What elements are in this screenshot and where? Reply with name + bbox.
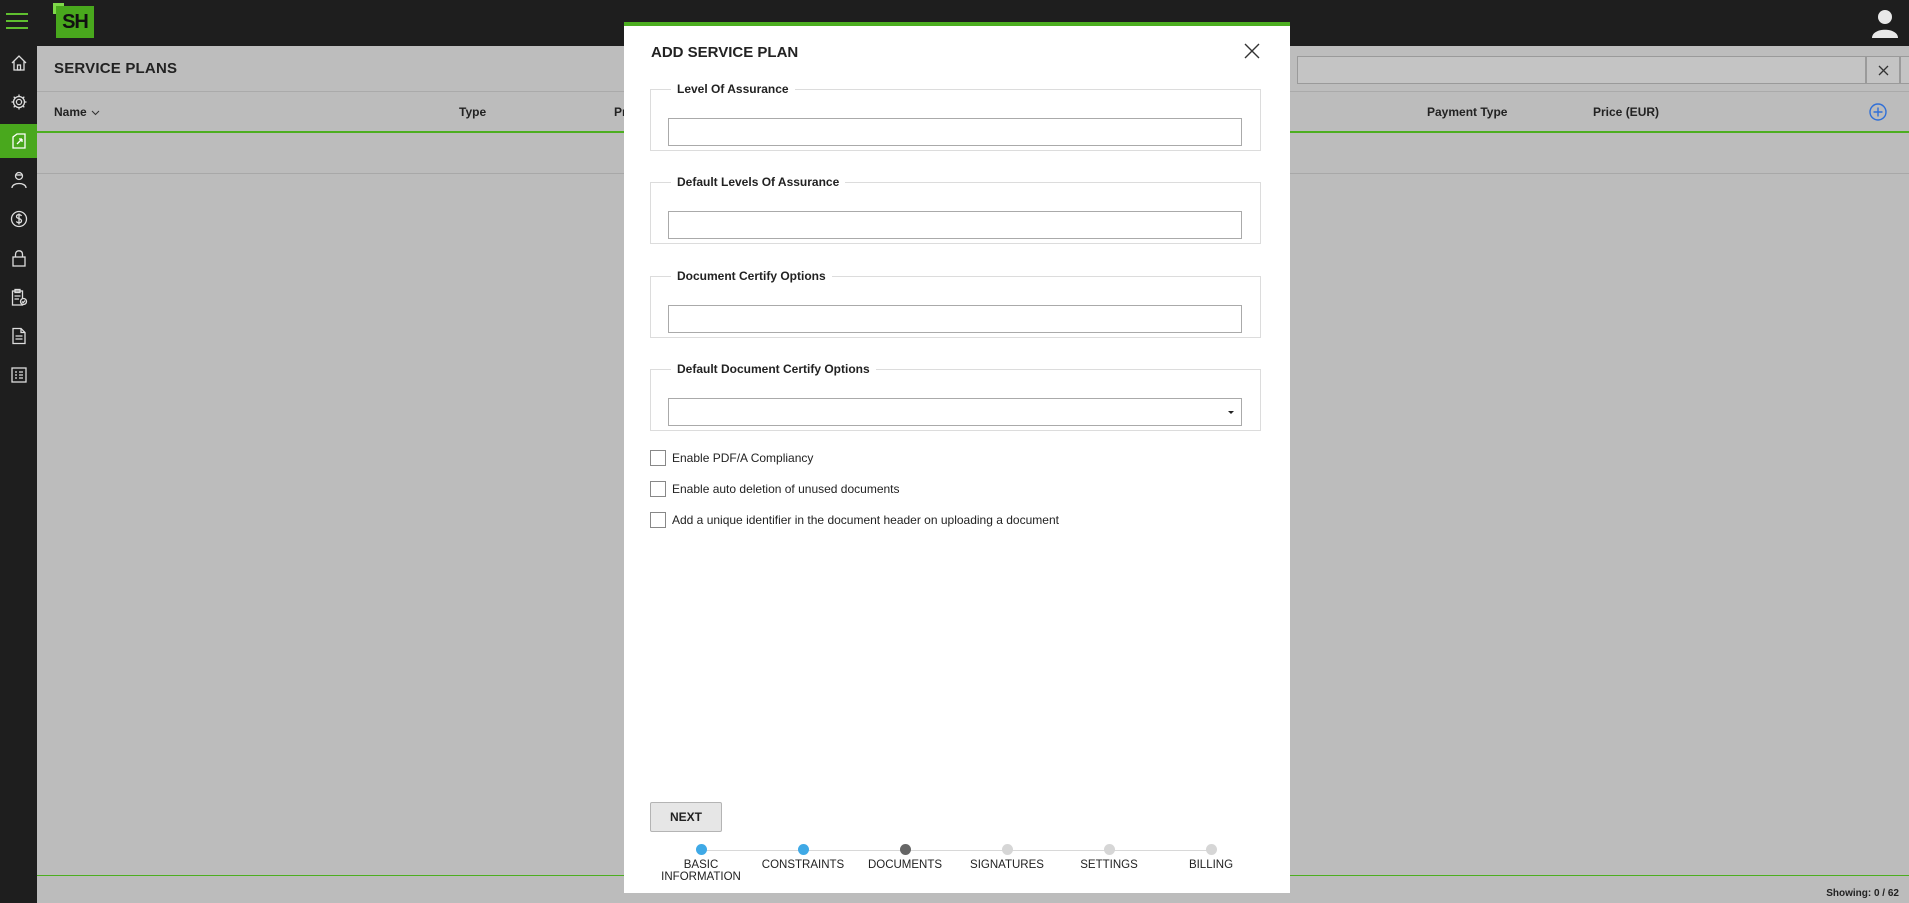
side-nav xyxy=(0,46,37,903)
pdfa-compliancy-checkbox-row[interactable]: Enable PDF/A Compliancy xyxy=(650,449,813,467)
column-name[interactable]: Name xyxy=(54,105,100,119)
nav-service-plans[interactable] xyxy=(0,124,37,158)
close-icon[interactable] xyxy=(1243,42,1261,60)
default-levels-of-assurance-input[interactable] xyxy=(668,211,1242,239)
report-icon xyxy=(10,367,27,383)
user-avatar-icon[interactable] xyxy=(1871,8,1899,38)
level-of-assurance-group: Level Of Assurance xyxy=(650,82,1261,151)
wizard-stepper: BASIC INFORMATION CONSTRAINTS DOCUMENTS … xyxy=(650,844,1261,894)
step-dot xyxy=(1001,844,1013,855)
next-button[interactable]: NEXT xyxy=(650,802,722,832)
level-of-assurance-input[interactable] xyxy=(668,118,1242,146)
level-of-assurance-label: Level Of Assurance xyxy=(677,82,789,96)
unique-identifier-checkbox-row[interactable]: Add a unique identifier in the document … xyxy=(650,511,1059,529)
nav-settings[interactable] xyxy=(0,85,37,119)
document-certify-options-group: Document Certify Options xyxy=(650,269,1261,338)
user-id-icon xyxy=(10,171,27,189)
step-dot xyxy=(1103,844,1115,855)
nav-reports[interactable] xyxy=(0,358,37,392)
service-plan-icon xyxy=(11,133,26,149)
nav-approvals[interactable] xyxy=(0,280,37,314)
lock-icon xyxy=(11,250,26,267)
home-icon xyxy=(11,55,26,71)
pdfa-compliancy-checkbox[interactable] xyxy=(650,450,666,466)
step-label: DOCUMENTS xyxy=(867,859,943,871)
step-basic-information[interactable]: BASIC INFORMATION xyxy=(650,844,752,883)
auto-deletion-checkbox[interactable] xyxy=(650,481,666,497)
step-dot xyxy=(695,844,707,855)
document-certify-options-label: Document Certify Options xyxy=(677,269,826,283)
auto-deletion-checkbox-row[interactable]: Enable auto deletion of unused documents xyxy=(650,480,900,498)
step-dot xyxy=(899,844,911,855)
page-title: SERVICE PLANS xyxy=(54,60,178,77)
step-documents[interactable]: DOCUMENTS xyxy=(854,844,956,871)
step-signatures[interactable]: SIGNATURES xyxy=(956,844,1058,871)
app-logo[interactable]: SH xyxy=(53,3,94,38)
document-certify-options-input[interactable] xyxy=(668,305,1242,333)
default-document-certify-options-group: Default Document Certify Options xyxy=(650,362,1261,431)
step-constraints[interactable]: CONSTRAINTS xyxy=(752,844,854,871)
default-levels-of-assurance-group: Default Levels Of Assurance xyxy=(650,175,1261,244)
auto-deletion-label: Enable auto deletion of unused documents xyxy=(672,482,900,496)
default-document-certify-options-label: Default Document Certify Options xyxy=(677,362,870,376)
gear-icon xyxy=(11,94,26,110)
nav-security[interactable] xyxy=(0,241,37,275)
close-icon xyxy=(1878,65,1888,75)
step-label: SETTINGS xyxy=(1080,859,1138,871)
default-document-certify-options-select[interactable] xyxy=(668,398,1242,426)
step-label: SIGNATURES xyxy=(970,859,1044,871)
chevron-down-icon xyxy=(91,110,100,116)
dollar-icon xyxy=(10,210,27,228)
clipboard-check-icon xyxy=(11,288,27,306)
document-icon xyxy=(11,327,26,345)
nav-documents[interactable] xyxy=(0,319,37,353)
default-levels-of-assurance-label: Default Levels Of Assurance xyxy=(677,175,840,189)
record-count: Showing: 0 / 62 xyxy=(1826,888,1899,899)
search-button[interactable] xyxy=(1900,56,1909,84)
hamburger-menu-icon[interactable] xyxy=(6,13,28,31)
search-input[interactable] xyxy=(1297,56,1866,84)
dialog-title: ADD SERVICE PLAN xyxy=(651,44,799,61)
search-clear-button[interactable] xyxy=(1866,56,1900,84)
nav-billing[interactable] xyxy=(0,202,37,236)
step-dot xyxy=(797,844,809,855)
column-type[interactable]: Type xyxy=(459,105,486,119)
add-plus-icon[interactable] xyxy=(1868,102,1888,122)
step-settings[interactable]: SETTINGS xyxy=(1058,844,1160,871)
nav-home[interactable] xyxy=(0,46,37,80)
column-payment-type[interactable]: Payment Type xyxy=(1427,105,1507,119)
step-label: CONSTRAINTS xyxy=(761,859,845,871)
step-billing[interactable]: BILLING xyxy=(1160,844,1262,871)
unique-identifier-checkbox[interactable] xyxy=(650,512,666,528)
step-label: BASIC INFORMATION xyxy=(661,859,741,883)
pdfa-compliancy-label: Enable PDF/A Compliancy xyxy=(672,451,814,465)
caret-down-icon xyxy=(1228,411,1234,414)
column-name-label: Name xyxy=(54,105,87,119)
nav-users[interactable] xyxy=(0,163,37,197)
add-service-plan-dialog: ADD SERVICE PLAN Level Of Assurance Defa… xyxy=(624,22,1290,893)
step-label: BILLING xyxy=(1188,859,1234,871)
column-price[interactable]: Price (EUR) xyxy=(1593,105,1659,119)
step-dot xyxy=(1205,844,1217,855)
unique-identifier-label: Add a unique identifier in the document … xyxy=(672,513,1059,527)
